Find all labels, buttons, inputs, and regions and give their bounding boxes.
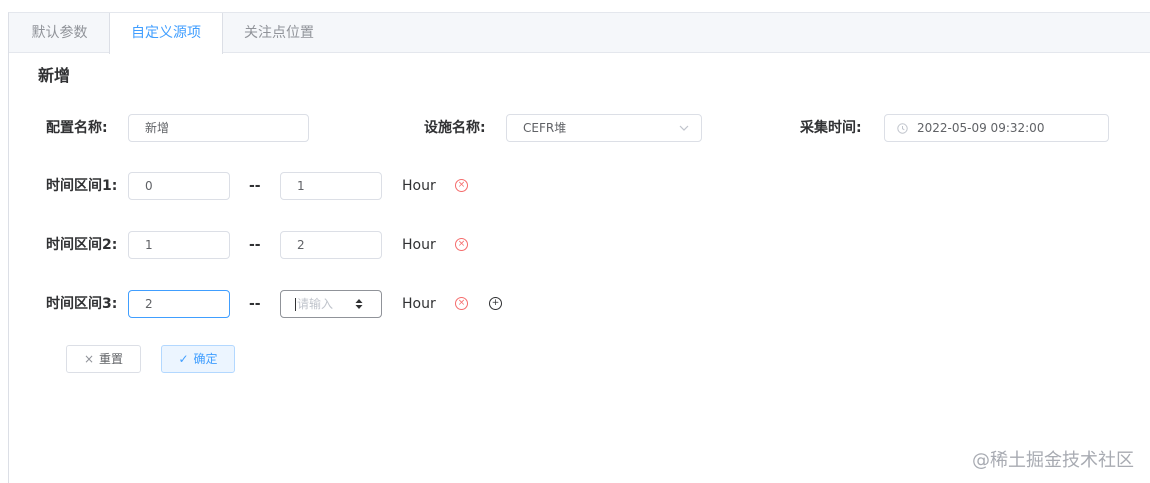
- interval-1-end-value: 1: [297, 179, 305, 193]
- facility-label: 设施名称:: [424, 120, 486, 136]
- page-title: 新增: [38, 66, 71, 85]
- watermark: @稀土掘金技术社区: [972, 450, 1134, 471]
- interval-1-unit: Hour: [402, 178, 436, 194]
- config-name-label: 配置名称:: [46, 120, 108, 136]
- circle-close-icon[interactable]: ×: [455, 238, 468, 251]
- interval-2-label: 时间区间2:: [46, 237, 118, 253]
- clock-icon: [897, 123, 908, 134]
- interval-3-end-placeholder: 请输入: [297, 297, 334, 311]
- chevron-down-icon: [679, 125, 689, 131]
- interval-2-unit: Hour: [402, 237, 436, 253]
- interval-3-end-input[interactable]: 请输入: [280, 290, 382, 318]
- config-name-value: 新增: [145, 121, 170, 135]
- check-icon: ✓: [178, 352, 189, 366]
- interval-1-start-input[interactable]: 0: [128, 172, 230, 200]
- interval-3-label: 时间区间3:: [46, 296, 118, 312]
- interval-2-separator: --: [249, 237, 261, 253]
- tab-default-params[interactable]: 默认参数: [9, 13, 110, 54]
- circle-close-icon[interactable]: ×: [455, 297, 468, 310]
- interval-3-separator: --: [249, 296, 261, 312]
- interval-1-separator: --: [249, 178, 261, 194]
- interval-2-start-value: 1: [145, 238, 153, 252]
- facility-value: CEFR堆: [523, 121, 567, 135]
- facility-select[interactable]: CEFR堆: [506, 114, 702, 142]
- collect-time-label: 采集时间:: [800, 120, 862, 136]
- interval-3-start-input[interactable]: 2: [128, 290, 230, 318]
- tab-focus-position[interactable]: 关注点位置: [223, 13, 335, 54]
- text-caret: [295, 298, 296, 311]
- stepper-icon[interactable]: [355, 298, 363, 310]
- reset-button[interactable]: × 重置: [66, 345, 141, 373]
- collect-time-picker[interactable]: 2022-05-09 09:32:00: [884, 114, 1109, 142]
- tab-bar: 默认参数 自定义源项 关注点位置: [9, 13, 1150, 54]
- config-name-input[interactable]: 新增: [128, 114, 309, 142]
- confirm-button-label: 确定: [193, 352, 218, 366]
- interval-1-start-value: 0: [145, 179, 153, 193]
- interval-3-unit: Hour: [402, 296, 436, 312]
- interval-1-end-input[interactable]: 1: [280, 172, 382, 200]
- interval-2-start-input[interactable]: 1: [128, 231, 230, 259]
- collect-time-value: 2022-05-09 09:32:00: [917, 121, 1045, 135]
- interval-2-end-value: 2: [297, 238, 305, 252]
- reset-button-label: 重置: [99, 352, 124, 366]
- tab-custom-source[interactable]: 自定义源项: [109, 13, 223, 54]
- interval-3-start-value: 2: [145, 297, 153, 311]
- circle-close-icon[interactable]: ×: [455, 179, 468, 192]
- interval-2-end-input[interactable]: 2: [280, 231, 382, 259]
- interval-1-label: 时间区间1:: [46, 178, 118, 194]
- confirm-button[interactable]: ✓ 确定: [161, 345, 235, 373]
- circle-plus-icon[interactable]: +: [489, 297, 502, 310]
- close-icon: ×: [83, 352, 95, 366]
